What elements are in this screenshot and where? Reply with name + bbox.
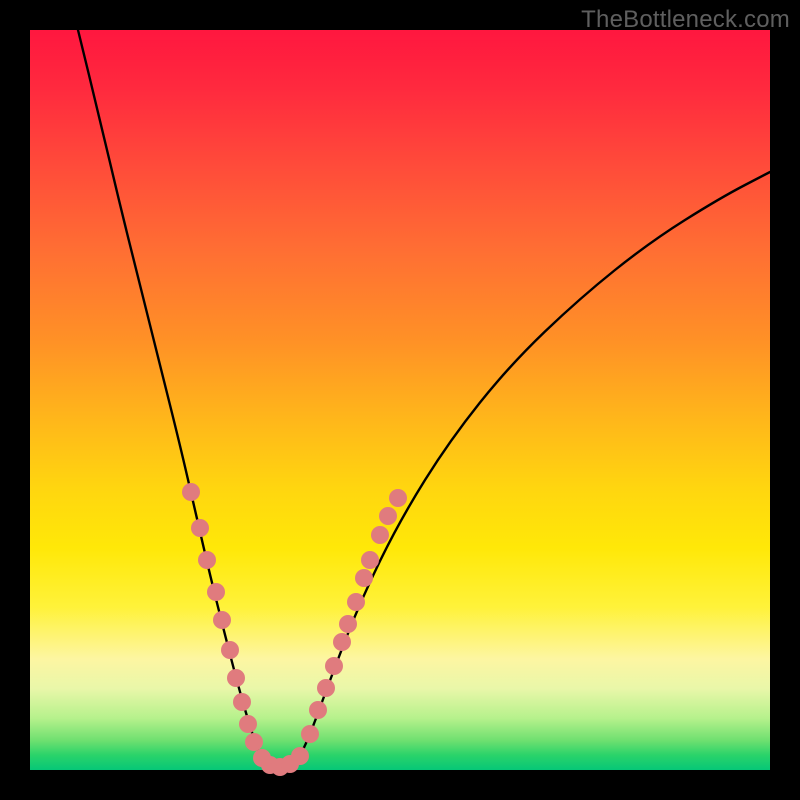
sample-dot: [213, 611, 231, 629]
sample-dot: [245, 733, 263, 751]
chart-frame: TheBottleneck.com: [0, 0, 800, 800]
v-curve: [78, 30, 770, 767]
sample-dot: [291, 747, 309, 765]
sample-dot: [325, 657, 343, 675]
plot-area: [30, 30, 770, 770]
sample-dot: [191, 519, 209, 537]
sample-dot: [371, 526, 389, 544]
sample-dot: [227, 669, 245, 687]
sample-dot: [317, 679, 335, 697]
sample-dot: [233, 693, 251, 711]
sample-dots: [182, 483, 407, 776]
bottleneck-curve: [78, 30, 770, 767]
sample-dot: [198, 551, 216, 569]
sample-dot: [301, 725, 319, 743]
sample-dot: [379, 507, 397, 525]
sample-dot: [347, 593, 365, 611]
sample-dot: [239, 715, 257, 733]
sample-dot: [207, 583, 225, 601]
sample-dot: [389, 489, 407, 507]
sample-dot: [333, 633, 351, 651]
sample-dot: [309, 701, 327, 719]
curve-svg: [30, 30, 770, 770]
sample-dot: [339, 615, 357, 633]
sample-dot: [182, 483, 200, 501]
sample-dot: [221, 641, 239, 659]
sample-dot: [355, 569, 373, 587]
sample-dot: [361, 551, 379, 569]
